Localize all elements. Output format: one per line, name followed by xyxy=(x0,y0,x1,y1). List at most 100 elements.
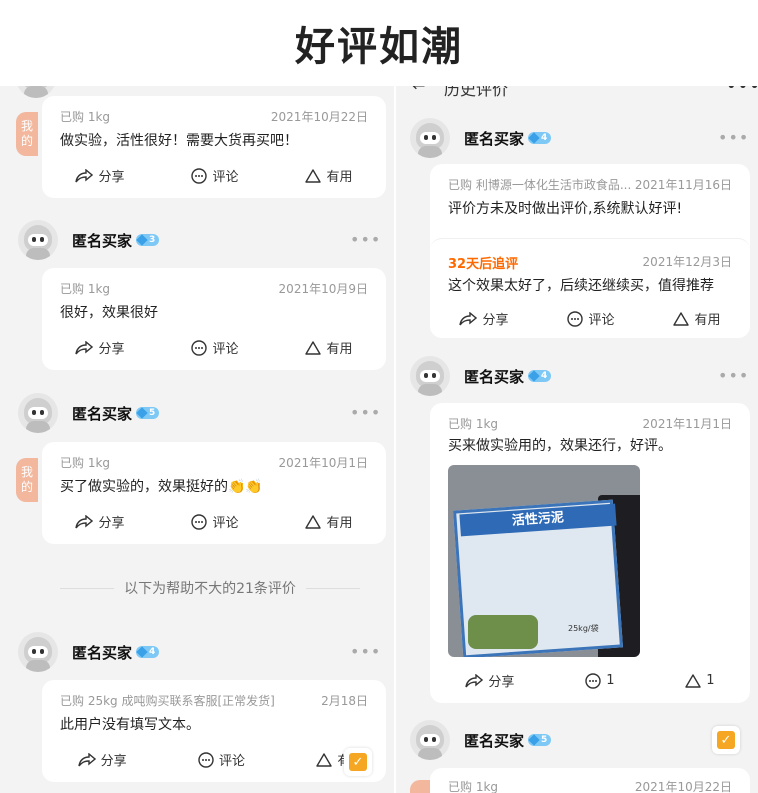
photo-weight-label: 25kg/袋 xyxy=(568,624,599,633)
avatar[interactable] xyxy=(410,720,450,760)
user-header: 匿名买家 4 xyxy=(410,356,552,396)
followup-date: 2021年12月3日 xyxy=(642,255,732,269)
comment-icon xyxy=(567,310,584,327)
review-card: 已购 25kg 成吨购买联系客服[正常发货] 2月18日 此用户没有填写文本。 … xyxy=(42,680,386,782)
review-card: 已购 1kg 2021年10月9日 很好，效果很好 分享 评论 有用 xyxy=(42,268,386,370)
username: 匿名买家 xyxy=(464,731,525,750)
comment-button[interactable]: 评论 xyxy=(567,309,615,328)
purchase-spec: 已购 利博源一体化生活市政食品... xyxy=(448,178,632,192)
review-actions: 分享 评论 有用 xyxy=(42,166,386,185)
checkmark-icon: ✓ xyxy=(717,731,735,749)
share-button[interactable]: 分享 xyxy=(77,750,127,769)
followup-label: 32天后追评 xyxy=(448,257,519,272)
diamond-icon xyxy=(528,132,540,144)
thumb-triangle-icon xyxy=(305,168,322,183)
review-text: 买来做实验用的，效果还行，好评。 xyxy=(448,438,672,454)
left-screenshot: 我的 已购 1kg 2021年10月22日 做实验，活性很好！需要大货再买吧！ … xyxy=(0,0,394,793)
user-header: 匿名买家 3 xyxy=(18,220,160,260)
mine-tag xyxy=(410,780,432,793)
share-icon xyxy=(75,168,94,182)
review-text: 此用户没有填写文本。 xyxy=(60,717,200,733)
more-options-icon[interactable]: ••• xyxy=(718,128,749,147)
useful-button[interactable]: 有用 xyxy=(305,166,353,185)
avatar[interactable] xyxy=(410,118,450,158)
share-icon xyxy=(75,514,94,528)
user-header: 匿名买家 4 xyxy=(410,118,552,158)
thumb-triangle-icon xyxy=(673,311,690,326)
review-card: 已购 1kg 2021年10月1日 买了做实验的，效果挺好的👏👏 分享 评论 有… xyxy=(42,442,386,544)
more-options-icon[interactable]: ••• xyxy=(718,366,749,385)
share-button[interactable]: 分享 xyxy=(75,512,125,531)
review-card: 已购 1kg 2021年11月1日 买来做实验用的，效果还行，好评。 活性污泥 … xyxy=(430,403,750,703)
useful-button[interactable]: 1 xyxy=(685,671,715,690)
mine-tag: 我的 xyxy=(16,112,38,156)
review-date: 2021年10月22日 xyxy=(270,110,368,124)
thumb-triangle-icon xyxy=(305,514,322,529)
review-card: 已购 1kg 2021年10月22日 做实验，活性很好！需要大货再买吧！ 分享 … xyxy=(42,96,386,198)
divider xyxy=(394,86,396,793)
purchase-spec: 已购 1kg xyxy=(60,456,111,470)
more-options-icon[interactable]: ••• xyxy=(350,230,381,249)
review-date: 2月18日 xyxy=(321,694,368,708)
username: 匿名买家 xyxy=(464,129,525,148)
comment-icon xyxy=(191,167,208,184)
right-screenshot: ← 历史评价 ••• 匿名买家 4 ••• 已购 利博源一体化生活市政食品...… xyxy=(396,0,758,793)
review-actions: 分享 评论 有用 xyxy=(42,338,386,357)
thumb-triangle-icon xyxy=(316,752,333,767)
select-checkbox[interactable]: ✓ xyxy=(712,726,740,754)
followup-section: 32天后追评 2021年12月3日 这个效果太好了，后续还继续买，值得推荐 分享… xyxy=(430,238,750,338)
member-badge: 4 xyxy=(528,132,552,144)
comment-icon xyxy=(191,513,208,530)
user-header: 匿名买家 5 xyxy=(18,393,160,433)
banner: 好评如潮 xyxy=(0,0,758,86)
purchase-spec: 已购 25kg 成吨购买联系客服[正常发货] xyxy=(60,694,275,708)
member-badge: 5 xyxy=(136,407,160,419)
select-checkbox[interactable]: ✓ xyxy=(344,748,372,776)
diamond-icon xyxy=(136,234,148,246)
member-badge: 4 xyxy=(528,370,552,382)
comment-icon xyxy=(585,672,601,689)
useful-button[interactable]: 有用 xyxy=(673,309,721,328)
review-date: 2021年10月1日 xyxy=(278,456,368,470)
member-badge: 4 xyxy=(136,646,160,658)
diamond-icon xyxy=(136,407,148,419)
checkmark-icon: ✓ xyxy=(349,753,367,771)
more-options-icon[interactable]: ••• xyxy=(350,403,381,422)
comment-button[interactable]: 评论 xyxy=(191,166,239,185)
share-button[interactable]: 分享 xyxy=(459,309,509,328)
diamond-icon xyxy=(528,370,540,382)
avatar[interactable] xyxy=(18,393,58,433)
avatar[interactable] xyxy=(18,632,58,672)
purchase-spec: 已购 1kg xyxy=(60,282,111,296)
diamond-icon xyxy=(528,734,540,746)
purchase-spec: 已购 1kg xyxy=(60,110,111,124)
review-photo[interactable]: 活性污泥 25kg/袋 xyxy=(448,465,640,657)
avatar[interactable] xyxy=(410,356,450,396)
share-button[interactable]: 分享 xyxy=(75,338,125,357)
share-button[interactable]: 分享 xyxy=(75,166,125,185)
purchase-spec: 已购 1kg xyxy=(448,780,499,793)
share-icon xyxy=(465,673,484,687)
review-text: 评价方未及时做出评价,系统默认好评! xyxy=(448,201,683,217)
review-text: 买了做实验的，效果挺好的👏👏 xyxy=(60,479,263,495)
followup-text: 这个效果太好了，后续还继续买，值得推荐 xyxy=(448,278,714,294)
user-header: 匿名买家 5 xyxy=(410,720,552,760)
comment-button[interactable]: 评论 xyxy=(198,750,245,769)
low-help-separator: 以下为帮助不大的21条评价 xyxy=(60,578,360,598)
comment-button[interactable]: 评论 xyxy=(191,512,239,531)
review-text: 做实验，活性很好！需要大货再买吧！ xyxy=(60,133,298,149)
review-text: 很好，效果很好 xyxy=(60,305,158,321)
comment-icon xyxy=(191,339,208,356)
diamond-icon xyxy=(136,646,148,658)
comment-button[interactable]: 评论 xyxy=(191,338,239,357)
useful-button[interactable]: 有用 xyxy=(305,338,353,357)
share-button[interactable]: 分享 xyxy=(465,671,514,690)
avatar[interactable] xyxy=(18,220,58,260)
member-badge: 3 xyxy=(136,234,160,246)
more-options-icon[interactable]: ••• xyxy=(350,642,381,661)
user-header: 匿名买家 4 xyxy=(18,632,160,672)
comment-button[interactable]: 1 xyxy=(585,671,614,690)
useful-button[interactable]: 有用 xyxy=(305,512,353,531)
review-actions: 分享 1 1 xyxy=(430,671,750,690)
review-date: 2021年11月16日 xyxy=(634,178,732,192)
